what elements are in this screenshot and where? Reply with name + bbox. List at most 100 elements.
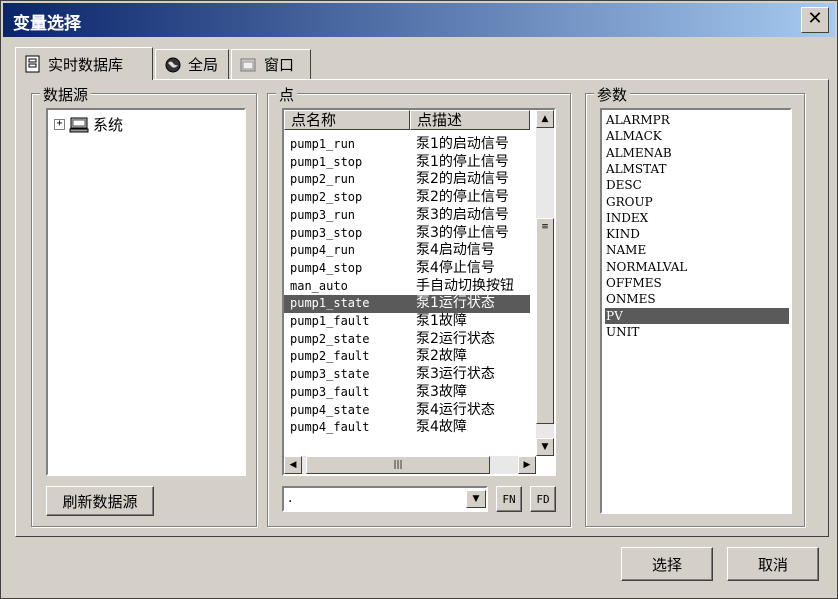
tab-global[interactable]: 全局 bbox=[155, 49, 229, 79]
tree-item-label: 系统 bbox=[93, 116, 124, 134]
table-row[interactable]: pump1_stop 泵1的停止信号 bbox=[284, 154, 530, 172]
point-name-cell: pump1_fault bbox=[290, 314, 370, 328]
list-item[interactable]: GROUP bbox=[605, 194, 789, 210]
point-desc-cell: 泵2的停止信号 bbox=[416, 189, 509, 206]
table-row[interactable]: pump4_state 泵4运行状态 bbox=[284, 402, 530, 420]
point-desc-cell: 泵4停止信号 bbox=[416, 259, 495, 276]
point-name-cell: pump3_fault bbox=[290, 384, 370, 399]
point-name-cell: pump4_state bbox=[290, 402, 370, 417]
combo-value[interactable]: . bbox=[288, 490, 292, 506]
point-name-cell: pump3_stop bbox=[290, 225, 363, 240]
list-item[interactable]: NORMALVAL bbox=[605, 259, 789, 275]
list-item[interactable]: DESC bbox=[605, 177, 789, 193]
params-list[interactable]: ALARMPR ALMACK ALMENAB ALMSTAT DESC GROUP INDE… bbox=[600, 108, 792, 514]
point-desc-cell: 泵3运行状态 bbox=[416, 366, 495, 383]
cancel-button[interactable]: 取消 bbox=[727, 547, 819, 581]
grip-icon: ≡ bbox=[541, 222, 549, 232]
list-item[interactable]: PV bbox=[605, 307, 789, 324]
points-label: 点 bbox=[276, 84, 298, 105]
datasource-group: 数据源 + 系统 刷新数据源 bbox=[31, 84, 257, 527]
point-name-cell: pump1_stop bbox=[290, 154, 363, 169]
list-item[interactable]: ONMES bbox=[605, 291, 789, 307]
table-row[interactable]: pump3_fault 泵3故障 bbox=[284, 384, 530, 402]
point-filter-combo[interactable]: . ▼ bbox=[282, 486, 488, 512]
point-name-cell: pump2_state bbox=[290, 331, 370, 346]
right-arrow-icon: ▶ bbox=[523, 460, 531, 470]
point-desc-cell: 泵1故障 bbox=[416, 313, 467, 329]
tab-label: 实时数据库 bbox=[48, 55, 124, 74]
points-list[interactable]: 点名称 点描述 pump1_run 泵1的启动信号 pump1_stop 泵1的停止信… bbox=[282, 108, 556, 476]
scroll-thumb[interactable]: ≡ bbox=[536, 218, 554, 424]
title-bar[interactable]: 变量选择 ✕ bbox=[3, 3, 835, 37]
list-item[interactable]: KIND bbox=[605, 226, 789, 242]
fn-button[interactable]: FN bbox=[496, 486, 522, 512]
table-row[interactable]: pump1_fault 泵1故障 bbox=[284, 313, 530, 331]
left-arrow-icon: ◀ bbox=[289, 460, 297, 470]
point-name-cell: pump4_stop bbox=[290, 260, 363, 275]
table-row[interactable]: pump3_stop 泵3的停止信号 bbox=[284, 225, 530, 243]
table-row[interactable]: pump2_state 泵2运行状态 bbox=[284, 331, 530, 349]
point-name-cell: pump2_run bbox=[290, 172, 356, 187]
params-group: 参数 ALARMPR ALMACK ALMENAB ALMSTAT DESC GROUP I… bbox=[585, 84, 805, 527]
table-row[interactable]: pump1_run 泵1的启动信号 bbox=[284, 136, 530, 154]
refresh-datasource-button[interactable]: 刷新数据源 bbox=[46, 486, 154, 516]
tab-window[interactable]: 窗口 bbox=[231, 49, 311, 79]
points-group: 点 点名称 点描述 pump1_run 泵1的启动信号 pump1_stop 泵1的停… bbox=[267, 84, 571, 527]
close-button[interactable]: ✕ bbox=[801, 7, 829, 33]
table-row[interactable]: pump4_stop 泵4停止信号 bbox=[284, 260, 530, 278]
tab-label: 窗口 bbox=[264, 56, 295, 74]
list-item[interactable]: NAME bbox=[605, 242, 789, 258]
datasource-tree[interactable]: + 系统 bbox=[46, 108, 246, 476]
table-row[interactable]: pump3_run 泵3的启动信号 bbox=[284, 207, 530, 225]
h-scroll-thumb[interactable]: ||| bbox=[306, 456, 490, 474]
variable-select-dialog: 变量选择 ✕ 实时数据库 全局 窗口 数据源 + 系统 刷新数据源 点 点名称 … bbox=[0, 0, 838, 599]
list-item[interactable]: ALARMPR bbox=[605, 112, 789, 128]
table-row[interactable]: pump4_run 泵4启动信号 bbox=[284, 242, 530, 260]
point-name-cell: pump2_fault bbox=[290, 349, 370, 364]
globe-icon bbox=[165, 57, 181, 72]
table-row[interactable]: pump2_run 泵2的启动信号 bbox=[284, 171, 530, 189]
point-desc-cell: 泵3故障 bbox=[416, 383, 467, 400]
point-name-cell: pump4_run bbox=[290, 243, 356, 258]
point-name-cell: pump1_state bbox=[290, 296, 370, 311]
table-row[interactable]: man_auto 手自动切换按钮 bbox=[284, 278, 530, 296]
point-name-cell: pump4_fault bbox=[290, 420, 370, 435]
points-horizontal-scrollbar[interactable]: ◀ ||| ▶ bbox=[284, 456, 536, 474]
list-item[interactable]: ALMENAB bbox=[605, 145, 789, 161]
scroll-left-button[interactable]: ◀ bbox=[284, 456, 302, 474]
point-desc-cell: 泵2的启动信号 bbox=[416, 171, 509, 188]
dialog-title: 变量选择 bbox=[13, 14, 81, 34]
list-item[interactable]: ALMACK bbox=[605, 128, 789, 144]
scroll-up-button[interactable]: ▲ bbox=[536, 110, 554, 128]
fd-button[interactable]: FD bbox=[530, 486, 556, 512]
point-desc-cell: 泵1的停止信号 bbox=[416, 153, 509, 170]
point-desc-cell: 泵1运行状态 bbox=[416, 295, 495, 312]
expand-icon[interactable]: + bbox=[54, 119, 65, 130]
grip-icon: ||| bbox=[393, 460, 403, 470]
column-header-point-name[interactable]: 点名称 bbox=[284, 110, 410, 130]
table-row[interactable]: pump4_fault 泵4故障 bbox=[284, 419, 530, 437]
down-arrow-icon: ▼ bbox=[541, 442, 549, 452]
point-desc-cell: 泵4启动信号 bbox=[416, 242, 495, 259]
table-row[interactable]: pump3_state 泵3运行状态 bbox=[284, 366, 530, 384]
select-button[interactable]: 选择 bbox=[621, 547, 713, 581]
table-row[interactable]: pump2_fault 泵2故障 bbox=[284, 348, 530, 366]
database-icon bbox=[25, 55, 40, 73]
list-item[interactable]: OFFMES bbox=[605, 275, 789, 291]
points-vertical-scrollbar[interactable]: ▲ ≡ ▼ bbox=[536, 110, 554, 456]
list-item[interactable]: ALMSTAT bbox=[605, 161, 789, 177]
scroll-right-button[interactable]: ▶ bbox=[518, 456, 536, 474]
list-item[interactable]: INDEX bbox=[605, 210, 789, 226]
column-header-point-desc[interactable]: 点描述 bbox=[410, 110, 530, 130]
point-name-cell: pump2_stop bbox=[290, 190, 363, 205]
tree-item-system[interactable]: + 系统 bbox=[54, 114, 123, 135]
table-row[interactable]: pump1_state 泵1运行状态 bbox=[284, 295, 530, 313]
point-desc-cell: 手自动切换按钮 bbox=[416, 277, 514, 294]
list-item[interactable]: UNIT bbox=[605, 324, 789, 340]
scroll-down-button[interactable]: ▼ bbox=[536, 438, 554, 456]
tab-realtime-db[interactable]: 实时数据库 bbox=[15, 47, 153, 80]
table-row[interactable]: pump2_stop 泵2的停止信号 bbox=[284, 189, 530, 207]
point-desc-cell: 泵4故障 bbox=[416, 419, 467, 436]
points-list-header: 点名称 点描述 bbox=[284, 110, 530, 130]
combo-dropdown-button[interactable]: ▼ bbox=[466, 490, 486, 508]
